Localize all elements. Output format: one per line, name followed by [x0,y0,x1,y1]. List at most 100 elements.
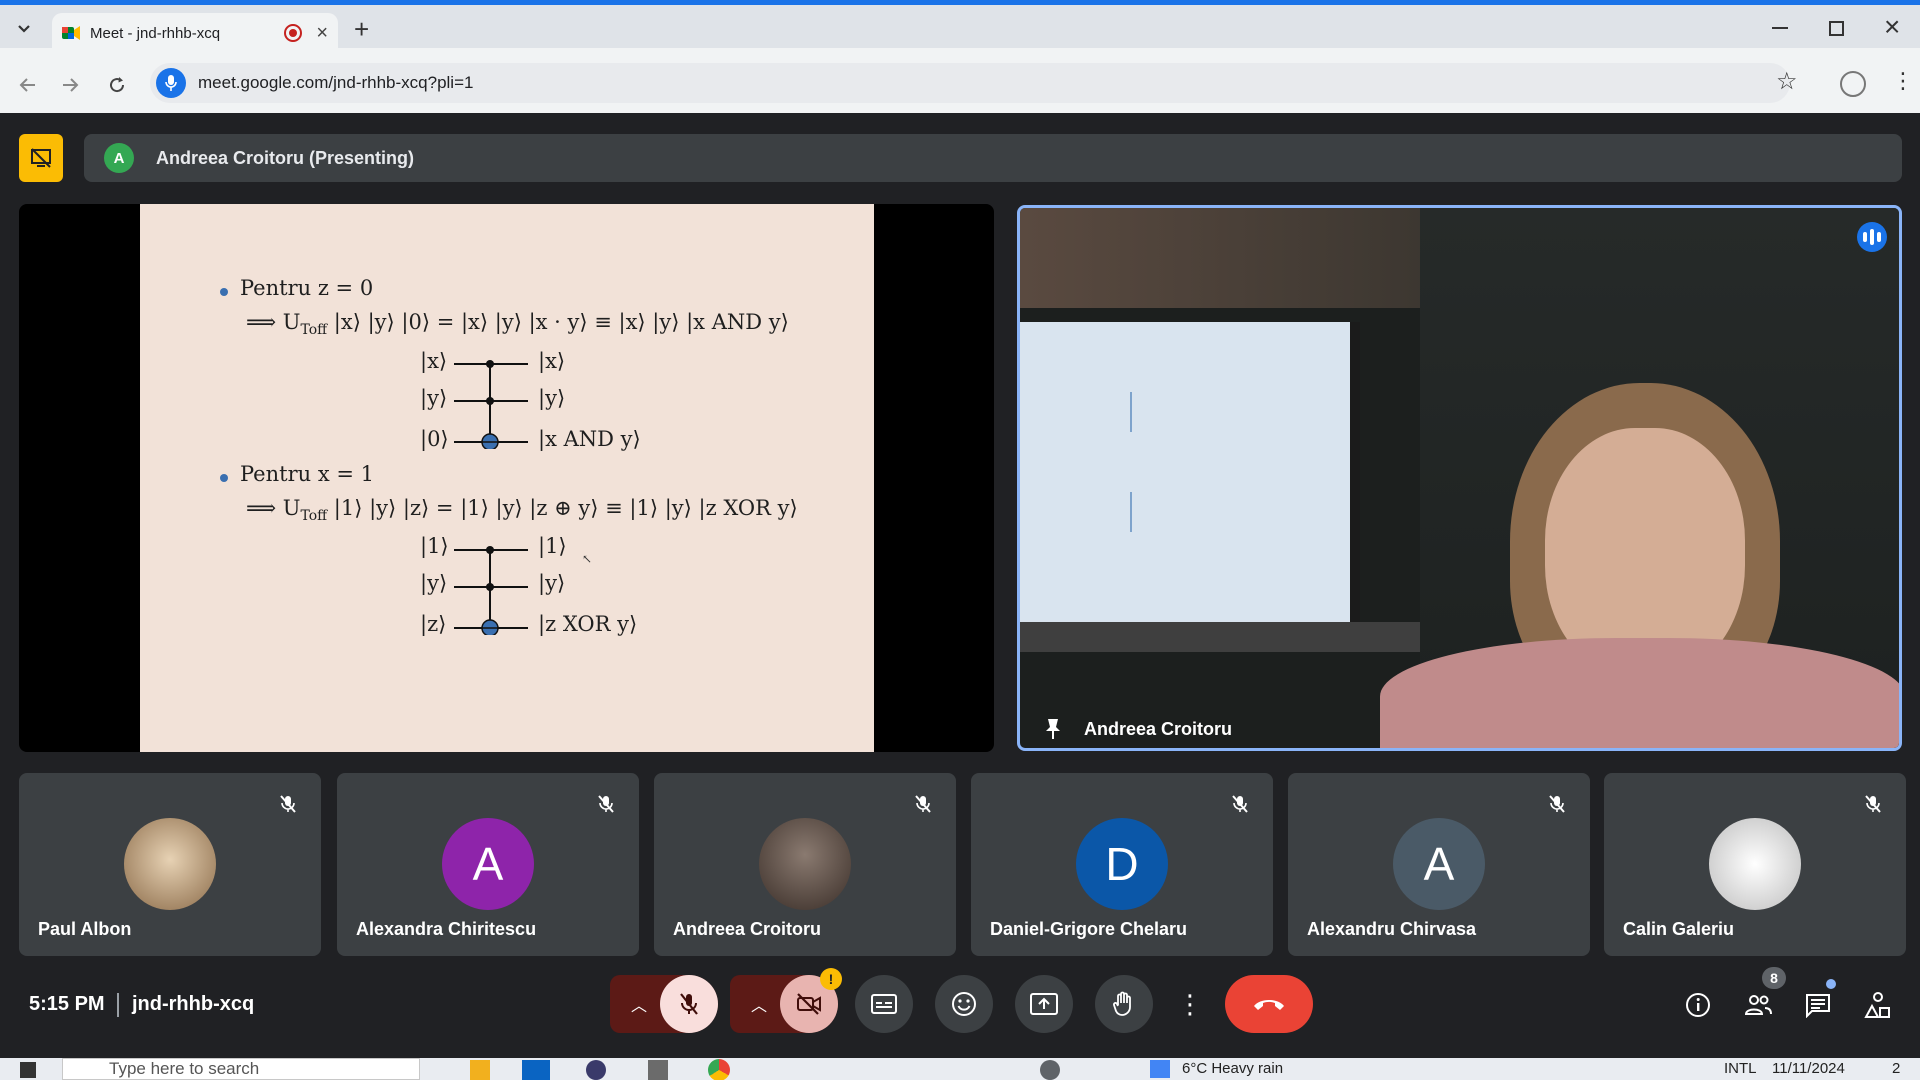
avatar: A [1393,818,1485,910]
participant-tile[interactable]: Calin Galeriu [1604,773,1906,956]
tab-close-icon[interactable]: × [316,23,328,43]
bookmark-star-icon[interactable]: ☆ [1776,70,1798,94]
forward-icon[interactable] [58,72,84,98]
slide-line-part: ⟹ U [246,496,301,520]
mic-off-icon [1227,791,1253,817]
hang-up-icon [1254,1000,1284,1010]
background-screen [1020,322,1360,622]
activities-button[interactable] [1856,983,1900,1027]
camera-off-icon [797,993,821,1015]
mic-off-icon [1860,791,1886,817]
more-options-button[interactable]: ⋮ [1177,975,1203,1033]
avatar [1709,818,1801,910]
maximize-icon[interactable] [1829,21,1844,36]
slide-subscript: Toff [300,508,328,525]
info-icon [1686,993,1710,1017]
captions-icon [871,994,897,1014]
presenting-bar: A Andreea Croitoru (Presenting) [84,134,1902,182]
recording-icon [284,24,303,42]
mic-off-icon [680,993,698,1015]
mic-off-icon [593,791,619,817]
calculator-icon[interactable] [648,1060,668,1080]
address-bar[interactable]: meet.google.com/jnd-rhhb-xcq?pli=1 [150,63,1790,103]
participant-tile[interactable]: A Alexandru Chirvasa [1288,773,1590,956]
microphone-toggle-button[interactable] [660,975,718,1033]
emoji-icon [952,992,976,1016]
url-text[interactable]: meet.google.com/jnd-rhhb-xcq?pli=1 [198,73,473,93]
file-explorer-icon[interactable] [470,1060,490,1080]
bullet-icon [220,474,228,482]
people-button[interactable] [1736,983,1780,1027]
participant-name: Andreea Croitoru [1084,718,1233,739]
back-icon[interactable] [14,72,40,98]
chat-button[interactable] [1796,983,1840,1027]
os-taskbar: Type here to search 6°C Heavy rain INTL … [0,1058,1920,1080]
reactions-button[interactable] [935,975,993,1033]
chevron-up-icon[interactable]: ︿ [631,992,647,1016]
tab-title: Meet - jnd-rhhb-xcq [90,24,221,42]
presentation-icon[interactable] [19,134,63,182]
browser-menu-icon[interactable]: ⋮ [1892,70,1914,92]
windows-start-icon[interactable] [20,1062,36,1078]
circuit-input: |x⟩ [420,349,448,373]
slide-line: ⟹ UToff |1⟩ |y⟩ |z⟩ = |1⟩ |y⟩ |z ⊕ y⟩ ≡ … [246,496,798,524]
avatar: D [1076,818,1168,910]
profile-sync-icon[interactable] [1840,71,1866,97]
app-icon[interactable] [586,1060,606,1080]
mouse-cursor-icon: ↖ [582,552,593,566]
taskbar-date[interactable]: 11/11/2024 [1772,1060,1845,1077]
participant-name: Alexandru Chirvasa [1307,919,1477,939]
people-count-badge: 8 [1762,967,1786,989]
minimize-icon[interactable] [1772,27,1788,29]
camera-tile-name: Andreea Croitoru [1044,718,1232,740]
meeting-details-button[interactable] [1676,983,1720,1027]
new-tab-button[interactable]: + [354,16,369,42]
participant-name: Calin Galeriu [1623,919,1735,939]
slide-line-part: |x⟩ |y⟩ |0⟩ = |x⟩ |y⟩ |x · y⟩ ≡ |x⟩ |y⟩ … [327,310,789,334]
circuit-output: |y⟩ [538,386,566,410]
slide-line-part: |1⟩ |y⟩ |z⟩ = |1⟩ |y⟩ |z ⊕ y⟩ ≡ |1⟩ |y⟩ … [327,496,798,520]
pin-icon[interactable] [1044,718,1062,740]
reload-icon[interactable] [103,71,131,99]
participant-name: Andreea Croitoru [673,919,822,939]
weather-icon[interactable] [1150,1060,1170,1078]
tab-search-icon[interactable] [10,15,38,43]
camera-tile[interactable]: Andreea Croitoru [1017,205,1902,751]
notification-count[interactable]: 2 [1892,1060,1900,1077]
presenting-label: Andreea Croitoru (Presenting) [156,147,415,168]
circuit-output: |1⟩ [538,534,567,558]
avatar: A [104,143,134,173]
outlook-icon[interactable] [522,1060,550,1080]
chrome-icon[interactable] [708,1059,730,1080]
tray-icon[interactable] [1040,1060,1060,1080]
microphone-in-use-icon[interactable] [156,68,186,98]
participant-tile[interactable]: Paul Albon [19,773,321,956]
participant-tile[interactable]: A Alexandra Chiritescu [337,773,639,956]
browser-chrome: Meet - jnd-rhhb-xcq × + × meet.google.co… [0,0,1920,113]
present-now-button[interactable] [1015,975,1073,1033]
chevron-up-icon[interactable]: ︿ [751,992,767,1016]
chat-notification-dot [1826,979,1836,989]
raise-hand-button[interactable] [1095,975,1153,1033]
window-close-icon[interactable]: × [1884,13,1900,41]
keyboard-language[interactable]: INTL [1724,1060,1757,1077]
participant-tile[interactable]: D Daniel-Grigore Chelaru [971,773,1273,956]
tab-meet[interactable]: Meet - jnd-rhhb-xcq × [52,13,338,53]
mic-off-icon [275,791,301,817]
meet-stage: A Andreea Croitoru (Presenting) Pentru z… [0,113,1920,1058]
mic-off-icon [1544,791,1570,817]
tab-strip: Meet - jnd-rhhb-xcq × + × [0,0,1920,53]
participant-tile[interactable]: Andreea Croitoru [654,773,956,956]
more-vert-icon: ⋮ [1177,988,1203,1019]
circuit-input: |0⟩ [420,427,449,451]
camera-warning-badge: ! [820,968,842,990]
leave-call-button[interactable] [1225,975,1313,1033]
taskbar-search-input[interactable]: Type here to search [62,1058,420,1080]
avatar [759,818,851,910]
slide-line: ⟹ UToff |x⟩ |y⟩ |0⟩ = |x⟩ |y⟩ |x · y⟩ ≡ … [246,310,789,338]
weather-text[interactable]: 6°C Heavy rain [1182,1060,1283,1077]
circuit-output: |y⟩ [538,571,566,595]
shared-screen-tile[interactable]: Pentru z = 0 ⟹ UToff |x⟩ |y⟩ |0⟩ = |x⟩ |… [19,204,994,752]
participant-name: Alexandra Chiritescu [356,919,537,939]
captions-button[interactable] [855,975,913,1033]
